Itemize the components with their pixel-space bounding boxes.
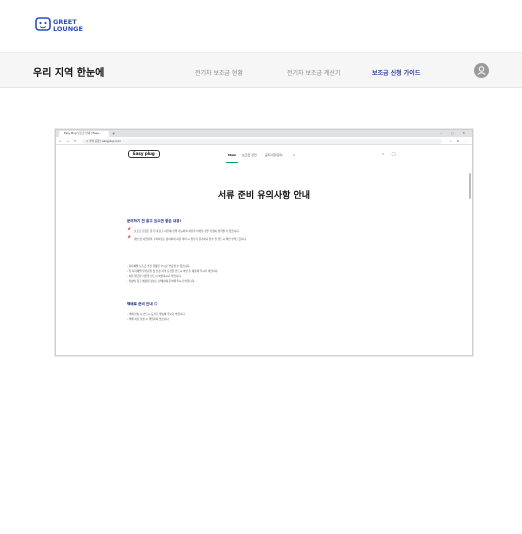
section-2-line: - 택배 서류 분실 시 책임지지 않습니다. xyxy=(127,318,170,321)
top-header: GREET LOUNGE xyxy=(0,0,522,50)
browser-nav-icons: ← → ↻ xyxy=(59,139,79,143)
note-line: - 서류 발급일 기준을 반드시 확인하시기 바랍니다. xyxy=(127,275,182,278)
page-title: 우리 지역 한눈에 xyxy=(33,68,105,79)
sub-navigation: 우리 지역 한눈에 전기차 보조금 현황 전기차 보조금 계산기 보조금 신청 … xyxy=(0,52,522,88)
document-title: 서류 준비 유의사항 안내 xyxy=(217,191,311,201)
guide-screenshot: Easy Plug 보조금 안내 | Easy... + – ▢ ✕ ← → ↻… xyxy=(55,129,473,356)
site-menu-subsidy: 보조금 관련 xyxy=(242,153,257,157)
user-avatar-button[interactable] xyxy=(474,63,489,78)
site-menu-main: Main xyxy=(228,153,237,157)
nav-link-application-guide[interactable]: 보조금 신청 가이드 xyxy=(372,68,420,77)
section-1-title: 문의하기 전 알고 있으면 좋은 내용! xyxy=(127,219,182,223)
browser-url: ⚠ 주의 요함 | easyplug.co.kr xyxy=(82,138,442,144)
pin-icon: 📌 xyxy=(127,227,131,231)
section-2-line: - 택배 반송 시 반드시 등기로 발송해 주시기 바랍니다. xyxy=(127,313,186,316)
section-2-title: 택배로 준비 안내 😊 xyxy=(127,302,158,306)
new-tab-icon: + xyxy=(112,131,116,136)
browser-extension-icons: ☆ ⧉ ⋮ xyxy=(449,139,469,143)
logo-line-2: LOUNGE xyxy=(53,25,83,33)
note-line: - 각 지자체별 우선순위 및 신청 자격 요건을 반드시 확인 후 제출해 주… xyxy=(127,270,219,273)
browser-address-bar: ← → ↻ ⚠ 주의 요함 | easyplug.co.kr ☆ ⧉ ⋮ xyxy=(56,137,472,145)
active-menu-underline xyxy=(226,162,238,163)
browser-tab-strip: Easy Plug 보조금 안내 | Easy... + – ▢ ✕ xyxy=(56,130,472,137)
section-1-line: 보조금 신청은 한국 내 출고 이후에 진행 가능하며 서류가 미비할 경우 신… xyxy=(134,230,240,233)
site-menu-notice: 공지사항/문의 xyxy=(265,153,283,157)
pin-icon: 📌 xyxy=(127,235,131,239)
site-search-user-icons: ⌕ ◯ xyxy=(382,151,399,156)
note-line: - 차량의 출고 예정일 정보는 판매사에 문의해 주시기 바랍니다. xyxy=(127,280,196,283)
window-controls: – ▢ ✕ xyxy=(440,131,469,135)
site-logo: Easy plug xyxy=(128,150,160,158)
nav-link-subsidy-calculator[interactable]: 전기차 보조금 계산기 xyxy=(287,68,341,77)
section-1-line: 개인 및 사업자의 구비서류는 상이하며 서류 미비 시 접수가 불가하니 접수… xyxy=(134,238,247,241)
nav-link-subsidy-status[interactable]: 전기차 보조금 현황 xyxy=(195,68,243,77)
greet-lounge-logo[interactable]: GREET LOUNGE xyxy=(35,14,97,36)
site-menu-chevron-icon: ∨ xyxy=(293,153,296,157)
note-line: - 지자체별 보조금 소진 현황은 수시로 변동될 수 있습니다. xyxy=(127,265,191,268)
user-icon xyxy=(477,66,486,75)
site-header: Easy plug Main 보조금 관련 공지사항/문의 ∨ ⌕ ◯ xyxy=(56,146,472,166)
